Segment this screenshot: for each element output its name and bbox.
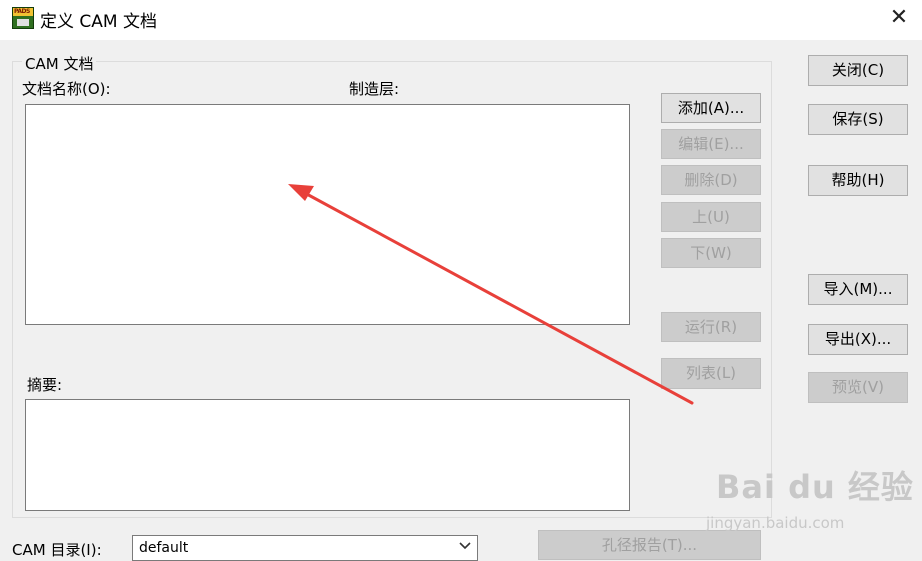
move-down-button[interactable]: 下(W) (661, 238, 761, 268)
cam-directory-value: default (139, 540, 189, 556)
edit-button[interactable]: 编辑(E)... (661, 129, 761, 159)
document-name-label: 文档名称(O): (22, 80, 111, 98)
close-window-icon[interactable]: ✕ (884, 3, 914, 33)
import-button[interactable]: 导入(M)... (808, 274, 908, 305)
hole-report-button[interactable]: 孔径报告(T)... (538, 530, 761, 560)
fabrication-layer-label: 制造层: (349, 80, 400, 98)
group-legend: CAM 文档 (22, 53, 97, 74)
summary-label: 摘要: (27, 376, 63, 394)
baidu-watermark-url: jingyan.baidu.com (706, 514, 845, 532)
add-button[interactable]: 添加(A)... (661, 93, 761, 123)
cam-directory-label: CAM 目录(I): (12, 541, 102, 559)
run-button[interactable]: 运行(R) (661, 312, 761, 342)
window-title: 定义 CAM 文档 (40, 12, 157, 32)
close-button[interactable]: 关闭(C) (808, 55, 908, 86)
help-button[interactable]: 帮助(H) (808, 165, 908, 196)
export-button[interactable]: 导出(X)... (808, 324, 908, 355)
move-up-button[interactable]: 上(U) (661, 202, 761, 232)
save-button[interactable]: 保存(S) (808, 104, 908, 135)
preview-button[interactable]: 预览(V) (808, 372, 908, 403)
cam-directory-dropdown[interactable]: default (132, 535, 478, 561)
title-bar: PADS 定义 CAM 文档 ✕ (0, 0, 922, 40)
baidu-watermark-logo: Bai du 经验 (716, 468, 914, 506)
chevron-down-icon[interactable] (459, 540, 471, 552)
list-button[interactable]: 列表(L) (661, 358, 761, 389)
summary-box[interactable] (25, 399, 630, 511)
pads-app-icon: PADS (12, 7, 34, 29)
documents-listbox[interactable] (25, 104, 630, 325)
delete-button[interactable]: 删除(D) (661, 165, 761, 195)
